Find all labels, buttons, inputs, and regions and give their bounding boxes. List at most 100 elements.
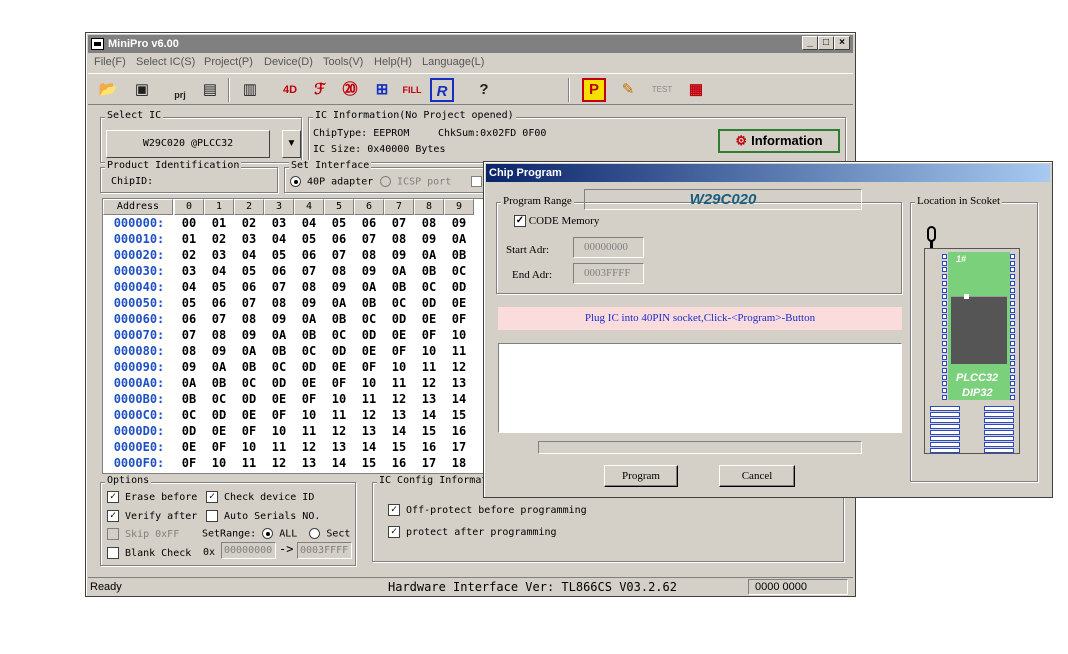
hex-cell[interactable]: 09 [324, 280, 354, 294]
interface-icsp-option[interactable]: ICSP port [380, 176, 451, 188]
radio-icsp[interactable] [380, 176, 391, 187]
hex-cell[interactable]: 04 [264, 232, 294, 246]
hex-cell[interactable]: 07 [264, 280, 294, 294]
auto-serials-option[interactable]: Auto Serials NO. [206, 510, 320, 522]
verify-after-option[interactable]: ✓ Verify after [107, 510, 197, 522]
cancel-button[interactable]: Cancel [719, 465, 795, 487]
hex-cell[interactable]: 0A [174, 376, 204, 390]
hex-cell[interactable]: 02 [234, 216, 264, 230]
hex-cell[interactable]: 12 [264, 456, 294, 470]
hex-cell[interactable]: 13 [354, 424, 384, 438]
hex-cell[interactable]: 07 [174, 328, 204, 342]
hex-cell[interactable]: 07 [234, 296, 264, 310]
hex-cell[interactable]: 0A [234, 344, 264, 358]
hex-cell[interactable]: 0A [204, 360, 234, 374]
protect-after-checkbox[interactable]: ✓ [388, 526, 400, 538]
hex-cell[interactable]: 0B [324, 312, 354, 326]
hex-cell[interactable]: 11 [264, 440, 294, 454]
hex-cell[interactable]: 08 [204, 328, 234, 342]
hex-cell[interactable]: 06 [234, 280, 264, 294]
hex-cell[interactable]: 09 [384, 248, 414, 262]
hex-cell[interactable]: 0D [174, 424, 204, 438]
hex-cell[interactable]: 12 [384, 392, 414, 406]
check-device-id-checkbox[interactable]: ✓ [206, 491, 218, 503]
hex-cell[interactable]: 0D [294, 360, 324, 374]
log-area[interactable] [498, 343, 902, 433]
save-project-icon[interactable]: ▤ [198, 78, 222, 102]
hex-cell[interactable]: 0B [204, 376, 234, 390]
hex-cell[interactable]: 10 [204, 456, 234, 470]
hex-cell[interactable]: 0B [234, 360, 264, 374]
hex-cell[interactable]: 05 [294, 232, 324, 246]
edit-icon[interactable]: ✎ [616, 78, 640, 102]
interface-40p-option[interactable]: 40P adapter [290, 176, 373, 188]
hex-cell[interactable]: 16 [384, 456, 414, 470]
hex-cell[interactable]: 16 [444, 424, 474, 438]
hex-cell[interactable]: 0D [414, 296, 444, 310]
auto-serials-checkbox[interactable] [206, 510, 218, 522]
hex-cell[interactable]: 10 [384, 360, 414, 374]
hex-cell[interactable]: 06 [174, 312, 204, 326]
hex-cell[interactable]: 11 [354, 392, 384, 406]
hex-cell[interactable]: 0D [324, 344, 354, 358]
hex-cell[interactable]: 0B [444, 248, 474, 262]
p-icon[interactable]: P [582, 78, 606, 102]
program-icon[interactable]: ⑳ [338, 78, 362, 102]
hex-cell[interactable]: 0F [354, 360, 384, 374]
hex-cell[interactable]: 09 [444, 216, 474, 230]
hex-cell[interactable]: 17 [414, 456, 444, 470]
hex-cell[interactable]: 05 [204, 280, 234, 294]
hex-cell[interactable]: 13 [324, 440, 354, 454]
hex-cell[interactable]: 08 [324, 264, 354, 278]
hex-cell[interactable]: 10 [324, 392, 354, 406]
hex-cell[interactable]: 0E [264, 392, 294, 406]
hex-cell[interactable]: 04 [234, 248, 264, 262]
fill-icon[interactable]: FILL [400, 78, 424, 102]
hex-cell[interactable]: 0E [234, 408, 264, 422]
range-start-field[interactable]: 00000000 [221, 542, 276, 559]
hex-cell[interactable]: 0C [324, 328, 354, 342]
information-button[interactable]: ⚙ Information [718, 129, 840, 153]
hex-cell[interactable]: 0A [294, 312, 324, 326]
maximize-button[interactable]: □ [818, 36, 834, 50]
hex-cell[interactable]: 08 [264, 296, 294, 310]
hex-cell[interactable]: 12 [294, 440, 324, 454]
range-end-field[interactable]: 0003FFFF [297, 542, 352, 559]
hex-cell[interactable]: 0E [204, 424, 234, 438]
protect-after-option[interactable]: ✓ protect after programming [388, 526, 557, 538]
hex-cell[interactable]: 0C [384, 296, 414, 310]
hex-cell[interactable]: 14 [324, 456, 354, 470]
hex-cell[interactable]: 02 [204, 232, 234, 246]
hex-cell[interactable]: 06 [264, 264, 294, 278]
hex-cell[interactable]: 18 [444, 456, 474, 470]
hex-cell[interactable]: 15 [384, 440, 414, 454]
hex-cell[interactable]: 00 [174, 216, 204, 230]
read-4d-icon[interactable]: 4D [278, 78, 302, 102]
hex-cell[interactable]: 11 [414, 360, 444, 374]
hex-cell[interactable]: 0C [204, 392, 234, 406]
chevron-down-icon[interactable]: ▼ [282, 130, 301, 158]
hex-cell[interactable]: 12 [324, 424, 354, 438]
hex-cell[interactable]: 01 [174, 232, 204, 246]
hex-cell[interactable]: 15 [444, 408, 474, 422]
hex-cell[interactable]: 0B [294, 328, 324, 342]
verify-after-checkbox[interactable]: ✓ [107, 510, 119, 522]
close-button[interactable]: × [834, 36, 850, 50]
hex-cell[interactable]: 0A [354, 280, 384, 294]
hex-cell[interactable]: 0F [384, 344, 414, 358]
hex-cell[interactable]: 13 [384, 408, 414, 422]
hex-cell[interactable]: 0E [414, 312, 444, 326]
check-device-id-option[interactable]: ✓ Check device ID [206, 491, 314, 503]
radio-40p[interactable] [290, 176, 301, 187]
hex-cell[interactable]: 0B [414, 264, 444, 278]
hex-cell[interactable]: 13 [414, 392, 444, 406]
blank-check-option[interactable]: Blank Check [107, 547, 191, 559]
erase-before-checkbox[interactable]: ✓ [107, 491, 119, 503]
open-folder-icon[interactable]: 📂 [96, 78, 120, 102]
project-icon[interactable]: prj [168, 78, 192, 102]
hex-cell[interactable]: 08 [174, 344, 204, 358]
hex-cell[interactable]: 04 [174, 280, 204, 294]
hex-cell[interactable]: 09 [234, 328, 264, 342]
hex-cell[interactable]: 0A [414, 248, 444, 262]
menu-tools[interactable]: Tools(V) [323, 56, 363, 68]
